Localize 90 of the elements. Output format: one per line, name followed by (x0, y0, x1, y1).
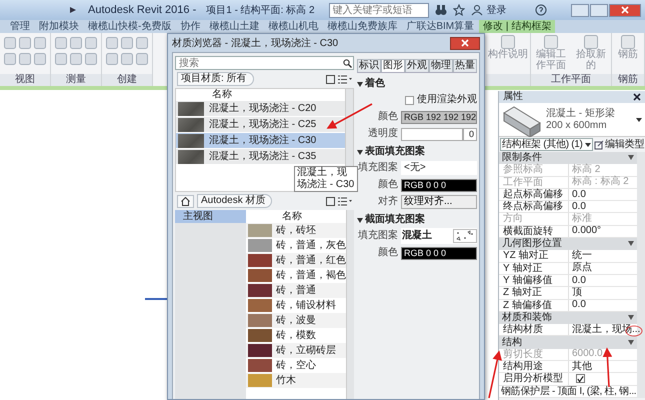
checkbox[interactable]: 使用渲染外观 (405, 94, 477, 106)
property-value[interactable]: 顶 (569, 287, 637, 299)
field-label: 透明度 (368, 128, 398, 140)
ribbon-tab[interactable]: 广联达BIM算量 (402, 20, 478, 33)
section-header[interactable]: 着色 (365, 78, 385, 90)
property-value[interactable]: 0.0 (569, 201, 637, 212)
type-selector[interactable]: 混凝土 - 矩形梁 200 x 600mm (499, 103, 645, 137)
material-item[interactable]: 混凝土，现场浇注 - C20 (176, 101, 345, 117)
ribbon-tab[interactable]: 橄榄山快模-免费版 (84, 20, 176, 33)
material-item[interactable]: 混凝土，现场浇注 - C30 (176, 133, 345, 149)
column-header: 名称 (282, 211, 302, 222)
field-label: 颜色 (378, 247, 398, 259)
section-header[interactable]: 截面填充图案 (365, 214, 425, 226)
transparency-value[interactable]: 0 (463, 128, 477, 140)
field-label: 颜色 (378, 111, 398, 123)
property-name: Y 轴偏移值 (499, 274, 569, 286)
field-label: 填充图案 (358, 230, 398, 242)
property-name: 启用分析模型 (499, 373, 569, 385)
ribbon-tab[interactable]: 附加模块 (35, 20, 83, 33)
property-name: 钢筋保护层 - 顶面 I, (梁, 柱, 钢... (500, 386, 636, 397)
tab[interactable]: 物理 (429, 59, 453, 72)
property-name: Y 轴对正 (499, 262, 569, 274)
field-label: 填充图案 (358, 162, 398, 174)
dialog-title: 材质浏览器 - 混凝土，现场浇注 - C30 (172, 36, 338, 50)
panel-label: 工作平面 (531, 74, 611, 86)
library-dropdown[interactable]: Autodesk 材质 (197, 194, 272, 208)
field-label: 颜色 (378, 179, 398, 191)
search-field[interactable]: 键入关键字或短语 (328, 2, 429, 18)
panel-label: 测量 (51, 74, 101, 86)
ribbon-tab[interactable]: 橄榄山土建 (205, 20, 264, 33)
tab[interactable]: 标识 (357, 59, 381, 72)
group-header[interactable]: 结构 (502, 336, 522, 349)
section-header[interactable]: 表面填充图案 (365, 146, 425, 158)
ribbon-tab[interactable]: 橄榄山机电 (264, 20, 322, 33)
property-value: 标高 : 标高 2 (571, 176, 630, 188)
property-value: 6000.0 (571, 348, 604, 360)
property-name: 终点标高偏移 (499, 201, 569, 212)
property-name: 剪切长度 (499, 348, 569, 360)
column-header: 名称 (212, 89, 232, 100)
color-field[interactable]: RGB 0 0 0 (401, 178, 477, 192)
panel-title: 属性 (503, 91, 523, 103)
panel-label: 创建 (102, 74, 152, 86)
edit-type-button[interactable]: 编辑类型 (594, 138, 644, 150)
property-name: Z 轴对正 (499, 287, 569, 299)
property-name: 工作平面 (499, 176, 569, 188)
property-name: Z 轴偏移值 (499, 300, 569, 311)
field-label: 对齐 (378, 196, 398, 208)
pattern-field[interactable]: <无> (401, 161, 477, 175)
filter-dropdown[interactable]: 项目材质: 所有 (177, 72, 254, 86)
instance-dropdown[interactable]: 结构框架 (其他) (1) (500, 138, 594, 151)
property-name: 结构材质 (499, 324, 569, 336)
material-name[interactable]: 竹木 (276, 374, 296, 386)
tab[interactable]: 外观 (405, 59, 429, 72)
property-value[interactable]: 0.000° (569, 226, 637, 238)
property-value[interactable]: 原点 (569, 262, 637, 274)
property-value[interactable]: 0.0 (569, 300, 637, 311)
ribbon-tab[interactable]: 修改 | 结构框架 (479, 20, 556, 33)
type-name: 混凝土 - 矩形梁 (546, 108, 615, 120)
tooltip: 混凝土，现场浇注 - C30 (294, 166, 358, 192)
tab[interactable]: 热量 (453, 59, 477, 72)
property-name: 参照标高 (499, 164, 569, 176)
property-name: 方向 (499, 213, 569, 225)
type-size: 200 x 600mm (546, 120, 608, 132)
color-field[interactable]: RGB 192 192 192 (401, 110, 477, 124)
document-title: 项目1 - 结构平面: 标高 2 (206, 4, 315, 17)
ribbon-tab[interactable]: 管理 (6, 20, 34, 33)
property-name: YZ 轴对正 (499, 250, 569, 262)
property-value[interactable]: 0.0 (569, 188, 637, 200)
sign-in-label[interactable]: 登录 (486, 3, 507, 17)
panel-label: 视图 (0, 74, 50, 86)
property-value[interactable]: 统一 (569, 250, 637, 262)
color-field[interactable]: RGB 0 0 0 (401, 246, 477, 260)
tree-item[interactable]: 主视图 (175, 210, 246, 223)
property-value: 标准 (571, 213, 593, 225)
property-value[interactable]: 0.0 (569, 274, 637, 286)
material-name[interactable]: 砖，空心 (276, 360, 316, 372)
texture-align-button[interactable]: 纹理对齐... (401, 195, 477, 209)
property-value[interactable]: 其他 (569, 361, 637, 372)
window-title: Autodesk Revit 2016 - (88, 4, 196, 16)
panel-label: 钢筋 (612, 74, 644, 86)
material-item[interactable]: 混凝土，现场浇注 - C35 (176, 149, 345, 165)
property-name: 结构用途 (499, 361, 569, 372)
ribbon-tab[interactable]: 协作 (176, 20, 204, 33)
material-item[interactable]: 混凝土，现场浇注 - C25 (176, 117, 345, 133)
property-name: 起点标高偏移 (499, 188, 569, 200)
tab[interactable]: 图形 (381, 59, 405, 72)
pattern-field[interactable]: 混凝土 (401, 228, 477, 244)
property-name: 横截面旋转 (499, 226, 569, 238)
property-value: 标高 2 (571, 164, 602, 176)
ribbon-tab[interactable]: 橄榄山免费族库 (323, 20, 402, 33)
